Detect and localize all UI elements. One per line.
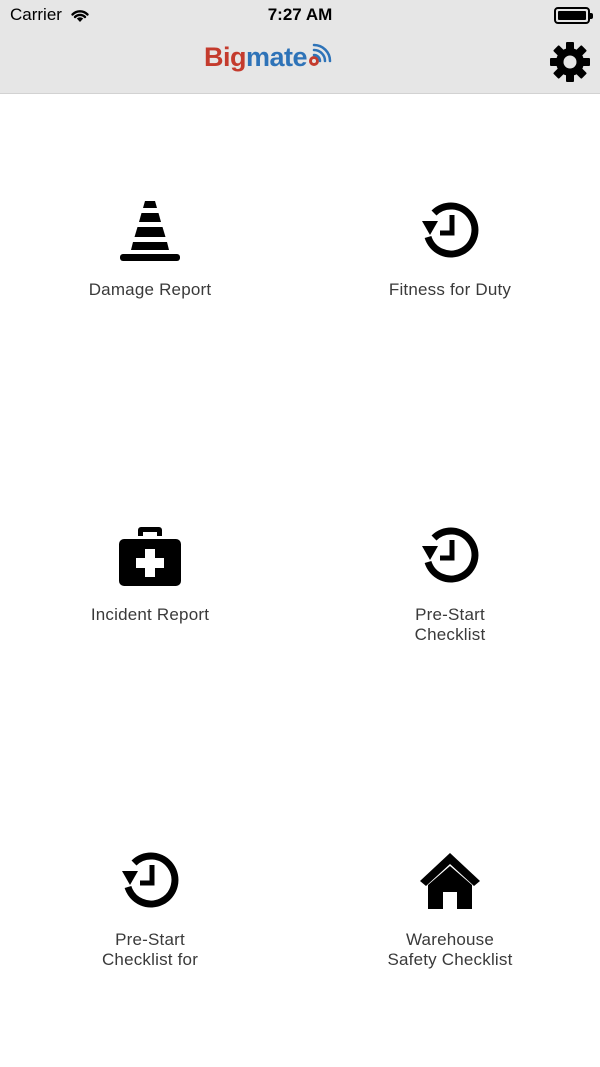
damage-report-tile[interactable]: Damage Report <box>0 198 300 348</box>
tile-label: Incident Report <box>90 605 210 624</box>
history-icon <box>417 523 483 589</box>
carrier-label: Carrier <box>10 5 62 24</box>
tile-label: Fitness for Duty <box>388 280 512 299</box>
tile-label: Pre-Start Checklist <box>414 605 486 644</box>
history-icon <box>417 198 483 264</box>
tile-label: Damage Report <box>88 280 212 299</box>
battery-level <box>558 10 586 20</box>
tile-label: Warehouse Safety Checklist <box>387 930 513 969</box>
home-icon <box>417 848 483 914</box>
logo-text-big: Big <box>204 42 247 72</box>
status-time: 7:27 AM <box>267 5 333 24</box>
fitness-for-duty-tile[interactable]: Fitness for Duty <box>300 198 600 348</box>
settings-button[interactable] <box>548 40 592 84</box>
battery-icon <box>554 6 593 24</box>
first-aid-kit-icon <box>117 523 183 589</box>
tile-label: Pre-Start Checklist for <box>101 930 199 969</box>
gear-icon <box>550 42 590 82</box>
pre-start-checklist-tile[interactable]: Pre-Start Checklist <box>300 523 600 673</box>
wifi-icon <box>71 9 89 22</box>
bigmate-logo: Big mate <box>204 42 336 73</box>
logo-text-mate: mate <box>246 42 308 72</box>
logo-signal-icon <box>309 43 332 66</box>
incident-report-tile[interactable]: Incident Report <box>0 523 300 673</box>
pre-start-checklist-for-tile[interactable]: Pre-Start Checklist for <box>0 848 300 998</box>
status-bar: Carrier 7:27 AM <box>0 0 600 30</box>
status-left: Carrier <box>10 5 90 25</box>
warehouse-safety-checklist-tile[interactable]: Warehouse Safety Checklist <box>300 848 600 998</box>
traffic-cone-icon <box>117 198 183 264</box>
history-icon <box>117 848 183 914</box>
